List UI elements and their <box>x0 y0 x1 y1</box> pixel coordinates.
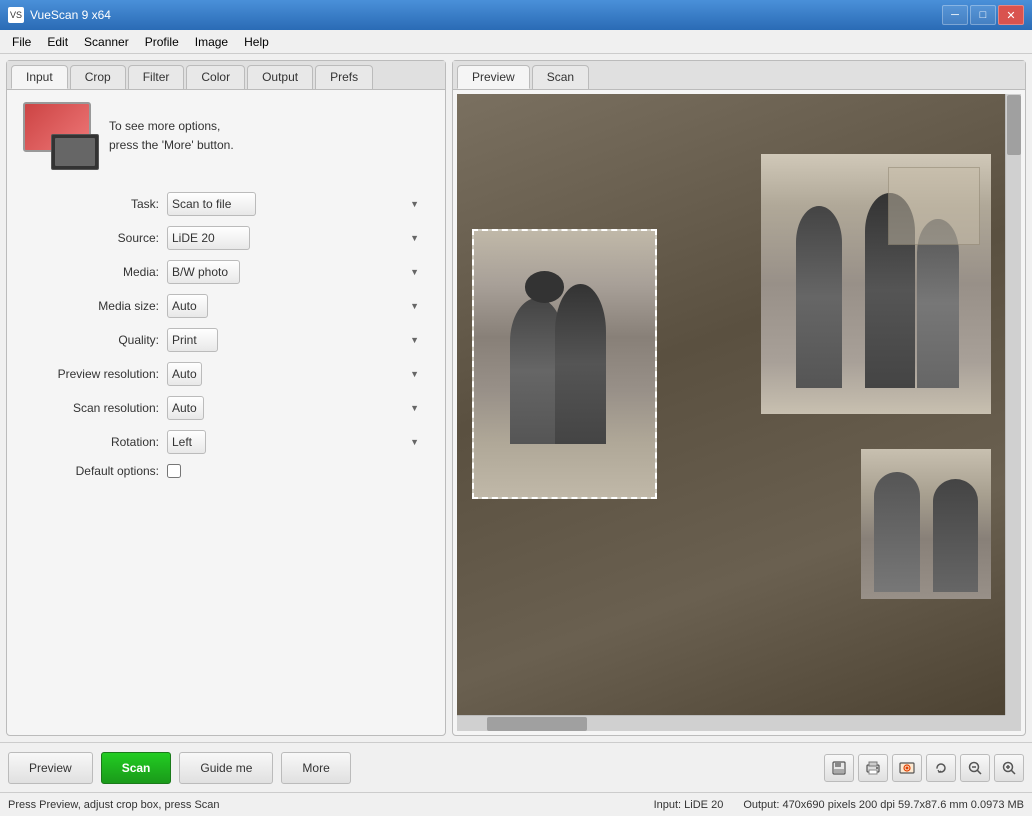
preview-button[interactable]: Preview <box>8 752 93 784</box>
preview-tab-bar: Preview Scan <box>453 61 1025 90</box>
source-row: Source: LiDE 20 Flatbed Transparency <box>27 226 425 250</box>
media-row: Media: B/W photo Color photo Slide Negat… <box>27 260 425 284</box>
source-label: Source: <box>27 231 167 245</box>
menu-bar: File Edit Scanner Profile Image Help <box>0 30 1032 54</box>
media-size-select-wrapper: Auto Letter A4 Legal <box>167 294 425 318</box>
status-middle: Input: LiDE 20 <box>654 799 724 811</box>
menu-help[interactable]: Help <box>236 33 277 51</box>
print-icon-button[interactable] <box>858 754 888 782</box>
media-select-wrapper: B/W photo Color photo Slide Negative <box>167 260 425 284</box>
left-tab-bar: Input Crop Filter Color Output Prefs <box>7 61 445 90</box>
guide-me-button[interactable]: Guide me <box>179 752 273 784</box>
scan-res-label: Scan resolution: <box>27 401 167 415</box>
scan-res-row: Scan resolution: Auto 150 300 600 1200 <box>27 396 425 420</box>
film-strip-icon <box>51 134 99 170</box>
scan-button[interactable]: Scan <box>101 752 172 784</box>
preview-res-row: Preview resolution: Auto 72 150 300 <box>27 362 425 386</box>
menu-profile[interactable]: Profile <box>137 33 187 51</box>
media-select[interactable]: B/W photo Color photo Slide Negative <box>167 260 240 284</box>
minimize-button[interactable]: ─ <box>942 5 968 25</box>
rotation-select-wrapper: Left None Right 180 <box>167 430 425 454</box>
default-options-label: Default options: <box>27 464 167 478</box>
quality-row: Quality: Print Screen Archive <box>27 328 425 352</box>
bottom-toolbar: Preview Scan Guide me More <box>0 742 1032 792</box>
app-title: VueScan 9 x64 <box>30 8 111 22</box>
zoom-out-button[interactable] <box>960 754 990 782</box>
rotation-label: Rotation: <box>27 435 167 449</box>
zoom-in-button[interactable] <box>994 754 1024 782</box>
form-body: Task: Scan to file Scan to printer Scan … <box>7 182 445 735</box>
menu-file[interactable]: File <box>4 33 39 51</box>
right-panel: Preview Scan <box>452 60 1026 736</box>
left-panel: Input Crop Filter Color Output Prefs To … <box>6 60 446 736</box>
quality-label: Quality: <box>27 333 167 347</box>
save-icon-button[interactable] <box>824 754 854 782</box>
media-label: Media: <box>27 265 167 279</box>
quality-select-wrapper: Print Screen Archive <box>167 328 425 352</box>
source-select[interactable]: LiDE 20 Flatbed Transparency <box>167 226 250 250</box>
media-size-label: Media size: <box>27 299 167 313</box>
media-size-select[interactable]: Auto Letter A4 Legal <box>167 294 208 318</box>
main-container: Input Crop Filter Color Output Prefs To … <box>0 54 1032 742</box>
scroll-corner <box>1005 715 1021 731</box>
title-bar: VS VueScan 9 x64 ─ □ ✕ <box>0 0 1032 30</box>
preview-area[interactable] <box>457 94 1021 731</box>
maximize-button[interactable]: □ <box>970 5 996 25</box>
photo-1 <box>472 229 657 499</box>
scan-res-select-wrapper: Auto 150 300 600 1200 <box>167 396 425 420</box>
preview-scrollbar-horizontal[interactable] <box>457 715 1005 731</box>
menu-image[interactable]: Image <box>187 33 236 51</box>
title-controls: ─ □ ✕ <box>942 5 1024 25</box>
scroll-thumb-horizontal[interactable] <box>487 717 587 731</box>
rotation-row: Rotation: Left None Right 180 <box>27 430 425 454</box>
preview-res-select-wrapper: Auto 72 150 300 <box>167 362 425 386</box>
toolbar-icons <box>824 754 1024 782</box>
photo-2 <box>761 154 991 414</box>
status-left: Press Preview, adjust crop box, press Sc… <box>8 799 634 811</box>
tab-filter[interactable]: Filter <box>128 65 185 89</box>
status-right: Output: 470x690 pixels 200 dpi 59.7x87.6… <box>743 799 1024 811</box>
task-select[interactable]: Scan to file Scan to printer Scan to ema… <box>167 192 256 216</box>
tab-output[interactable]: Output <box>247 65 313 89</box>
app-icon: VS <box>8 7 24 23</box>
photo-3 <box>861 449 991 599</box>
title-bar-left: VS VueScan 9 x64 <box>8 7 111 23</box>
source-select-wrapper: LiDE 20 Flatbed Transparency <box>167 226 425 250</box>
scanner-icon <box>23 102 99 170</box>
task-label: Task: <box>27 197 167 211</box>
menu-edit[interactable]: Edit <box>39 33 76 51</box>
info-box: To see more options, press the 'More' bu… <box>7 90 445 182</box>
tab-prefs[interactable]: Prefs <box>315 65 373 89</box>
scroll-thumb-vertical[interactable] <box>1007 95 1021 155</box>
tab-crop[interactable]: Crop <box>70 65 126 89</box>
refresh-icon-button[interactable] <box>926 754 956 782</box>
tab-scan[interactable]: Scan <box>532 65 589 89</box>
preview-res-label: Preview resolution: <box>27 367 167 381</box>
preview-scrollbar-vertical[interactable] <box>1005 94 1021 715</box>
menu-scanner[interactable]: Scanner <box>76 33 137 51</box>
media-size-row: Media size: Auto Letter A4 Legal <box>27 294 425 318</box>
info-text: To see more options, press the 'More' bu… <box>109 117 234 155</box>
task-select-wrapper: Scan to file Scan to printer Scan to ema… <box>167 192 425 216</box>
close-button[interactable]: ✕ <box>998 5 1024 25</box>
scan-res-select[interactable]: Auto 150 300 600 1200 <box>167 396 204 420</box>
preview-res-select[interactable]: Auto 72 150 300 <box>167 362 202 386</box>
rotation-select[interactable]: Left None Right 180 <box>167 430 206 454</box>
status-bar: Press Preview, adjust crop box, press Sc… <box>0 792 1032 816</box>
default-options-checkbox[interactable] <box>167 464 181 478</box>
photo-icon-button[interactable] <box>892 754 922 782</box>
default-options-row: Default options: <box>27 464 425 478</box>
more-button[interactable]: More <box>281 752 350 784</box>
quality-select[interactable]: Print Screen Archive <box>167 328 218 352</box>
tab-input[interactable]: Input <box>11 65 68 89</box>
tab-preview[interactable]: Preview <box>457 65 530 89</box>
tab-color[interactable]: Color <box>186 65 245 89</box>
task-row: Task: Scan to file Scan to printer Scan … <box>27 192 425 216</box>
